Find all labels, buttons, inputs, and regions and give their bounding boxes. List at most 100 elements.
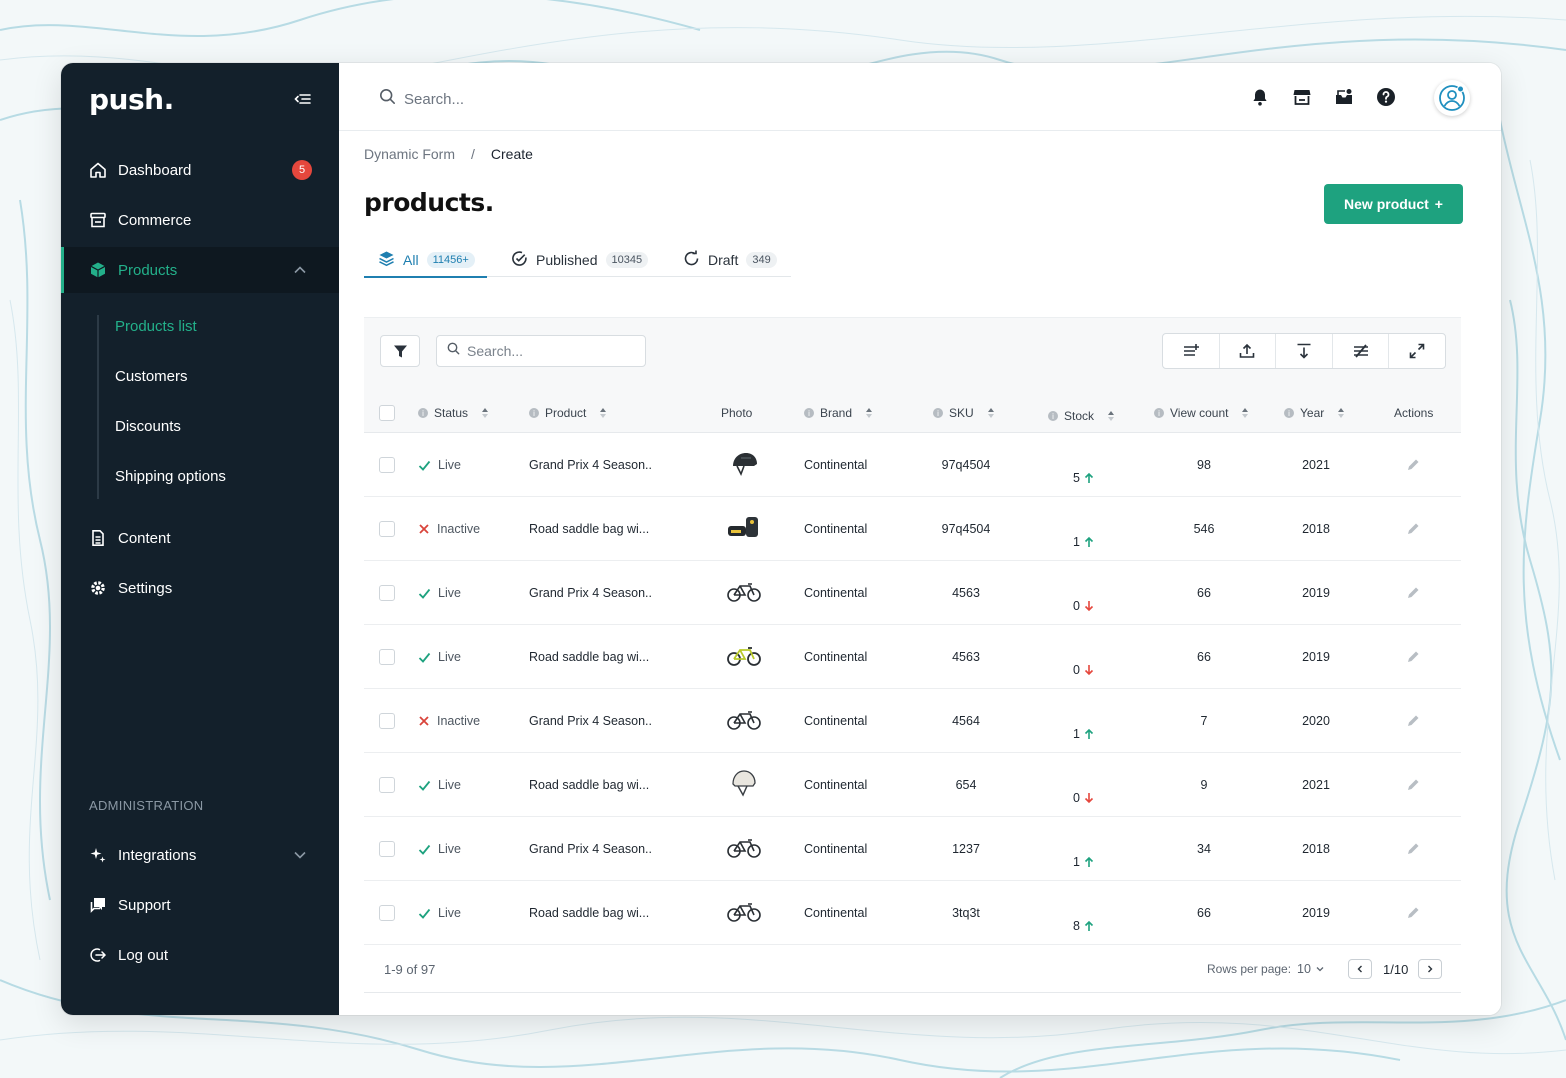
row-checkbox[interactable]	[379, 561, 395, 625]
tab-all[interactable]: All 11456+	[364, 243, 487, 278]
product-name[interactable]: Road saddle bag wi...	[529, 625, 649, 689]
help-icon[interactable]	[1376, 87, 1396, 107]
tab-draft[interactable]: Draft 349	[683, 243, 777, 277]
edit-button[interactable]	[1406, 817, 1420, 881]
bell-icon[interactable]	[1250, 87, 1270, 107]
sidebar-item-support[interactable]: Support	[61, 882, 339, 928]
row-checkbox[interactable]	[379, 817, 395, 881]
column-view-count[interactable]: i View count	[1154, 393, 1249, 433]
select-all-checkbox[interactable]	[379, 393, 395, 433]
edit-button[interactable]	[1406, 497, 1420, 561]
global-search-input[interactable]	[404, 90, 704, 108]
column-status[interactable]: i Status	[418, 393, 489, 433]
filter-button[interactable]	[380, 335, 420, 367]
chevron-down-icon[interactable]	[293, 848, 307, 862]
inbox-icon[interactable]	[1334, 87, 1354, 107]
sidebar-item-dashboard[interactable]: Dashboard 5	[61, 147, 339, 193]
column-sku[interactable]: i SKU	[933, 393, 994, 433]
edit-button[interactable]	[1406, 625, 1420, 689]
product-name[interactable]: Road saddle bag wi...	[529, 753, 649, 817]
brand-value: Continental	[804, 842, 868, 856]
product-name[interactable]: Grand Prix 4 Season..	[529, 561, 652, 625]
column-stock[interactable]: i Stock	[1048, 396, 1115, 436]
row-checkbox[interactable]	[379, 433, 395, 497]
bike-yellow-image	[727, 645, 761, 670]
breadcrumb-parent[interactable]: Dynamic Form	[364, 146, 455, 162]
prev-page-button[interactable]	[1348, 945, 1372, 993]
product-name[interactable]: Grand Prix 4 Season..	[529, 689, 652, 753]
column-year[interactable]: i Year	[1284, 393, 1345, 433]
fullscreen-button[interactable]	[1389, 334, 1445, 368]
sort-icon[interactable]	[600, 408, 607, 418]
plus-icon: +	[1434, 196, 1443, 212]
column-product[interactable]: i Product	[529, 393, 607, 433]
stock-number: 0	[1073, 663, 1080, 677]
row-checkbox[interactable]	[379, 753, 395, 817]
status-badge: Inactive	[418, 689, 480, 753]
sidebar-subitem-products-list[interactable]: Products list	[115, 318, 197, 335]
table-row[interactable]: Live Grand Prix 4 Season.. Continental 9…	[364, 433, 1461, 497]
row-checkbox[interactable]	[379, 881, 395, 945]
sidebar-item-products[interactable]: Products	[61, 247, 339, 293]
table-search-input[interactable]	[467, 343, 627, 359]
new-product-button[interactable]: New product +	[1324, 184, 1463, 224]
sidebar-subitem-customers[interactable]: Customers	[115, 368, 188, 385]
sort-icon[interactable]	[482, 408, 489, 418]
import-button[interactable]	[1276, 334, 1333, 368]
trend-down-icon	[1084, 601, 1094, 612]
collapse-sidebar-icon[interactable]	[293, 89, 313, 109]
home-icon	[89, 161, 107, 179]
table-row[interactable]: Live Road saddle bag wi... Continental 3…	[364, 881, 1461, 945]
product-name[interactable]: Road saddle bag wi...	[529, 881, 649, 945]
sort-icon[interactable]	[987, 408, 994, 418]
sidebar-item-settings[interactable]: Settings	[61, 565, 339, 611]
sidebar-subitem-discounts[interactable]: Discounts	[115, 418, 181, 435]
product-name[interactable]: Grand Prix 4 Season..	[529, 817, 652, 881]
store-icon[interactable]	[1292, 87, 1312, 107]
page-indicator: 1/10	[1383, 961, 1409, 977]
product-name[interactable]: Grand Prix 4 Season..	[529, 433, 652, 497]
sidebar-item-content[interactable]: Content	[61, 515, 339, 561]
sidebar-item-label: Settings	[118, 579, 173, 597]
status-badge: Live	[418, 817, 461, 881]
edit-button[interactable]	[1406, 561, 1420, 625]
column-brand[interactable]: i Brand	[804, 393, 873, 433]
row-checkbox[interactable]	[379, 689, 395, 753]
user-avatar[interactable]	[1434, 80, 1470, 116]
trend-up-icon	[1084, 920, 1094, 931]
table-row[interactable]: Live Road saddle bag wi... Continental 4…	[364, 625, 1461, 689]
edit-button[interactable]	[1406, 433, 1420, 497]
table-row[interactable]: Live Grand Prix 4 Season.. Continental 1…	[364, 817, 1461, 881]
chevron-up-icon[interactable]	[293, 263, 307, 277]
table-row[interactable]: Live Grand Prix 4 Season.. Continental 4…	[364, 561, 1461, 625]
adjust-columns-button[interactable]	[1333, 334, 1390, 368]
next-page-button[interactable]	[1418, 945, 1442, 993]
row-checkbox[interactable]	[379, 625, 395, 689]
tab-count: 10345	[605, 252, 649, 268]
year-value: 2018	[1302, 842, 1330, 856]
rows-per-page-select[interactable]: 10	[1297, 945, 1325, 993]
edit-button[interactable]	[1406, 753, 1420, 817]
stock-number: 1	[1073, 727, 1080, 741]
table-row[interactable]: Live Road saddle bag wi... Continental 6…	[364, 753, 1461, 817]
status-tabs: All 11456+ Published 10345 Draft 349	[364, 243, 791, 278]
sidebar-item-integrations[interactable]: Integrations	[61, 832, 339, 878]
row-checkbox[interactable]	[379, 497, 395, 561]
add-column-button[interactable]	[1163, 334, 1220, 368]
table-row[interactable]: Inactive Road saddle bag wi... Continent…	[364, 497, 1461, 561]
sort-icon[interactable]	[866, 408, 873, 418]
product-name[interactable]: Road saddle bag wi...	[529, 497, 649, 561]
sidebar-subitem-shipping-options[interactable]: Shipping options	[115, 468, 226, 485]
sort-icon[interactable]	[1108, 411, 1115, 421]
sidebar-item-log-out[interactable]: Log out	[61, 932, 339, 978]
sort-icon[interactable]	[1338, 408, 1345, 418]
export-button[interactable]	[1220, 334, 1277, 368]
table-row[interactable]: Inactive Grand Prix 4 Season.. Continent…	[364, 689, 1461, 753]
stock-value: 0	[1073, 599, 1094, 613]
edit-button[interactable]	[1406, 689, 1420, 753]
edit-button[interactable]	[1406, 881, 1420, 945]
table-toolbar	[364, 317, 1461, 393]
sidebar-item-commerce[interactable]: Commerce	[61, 197, 339, 243]
sort-icon[interactable]	[1242, 408, 1249, 418]
tab-published[interactable]: Published 10345	[511, 243, 649, 277]
